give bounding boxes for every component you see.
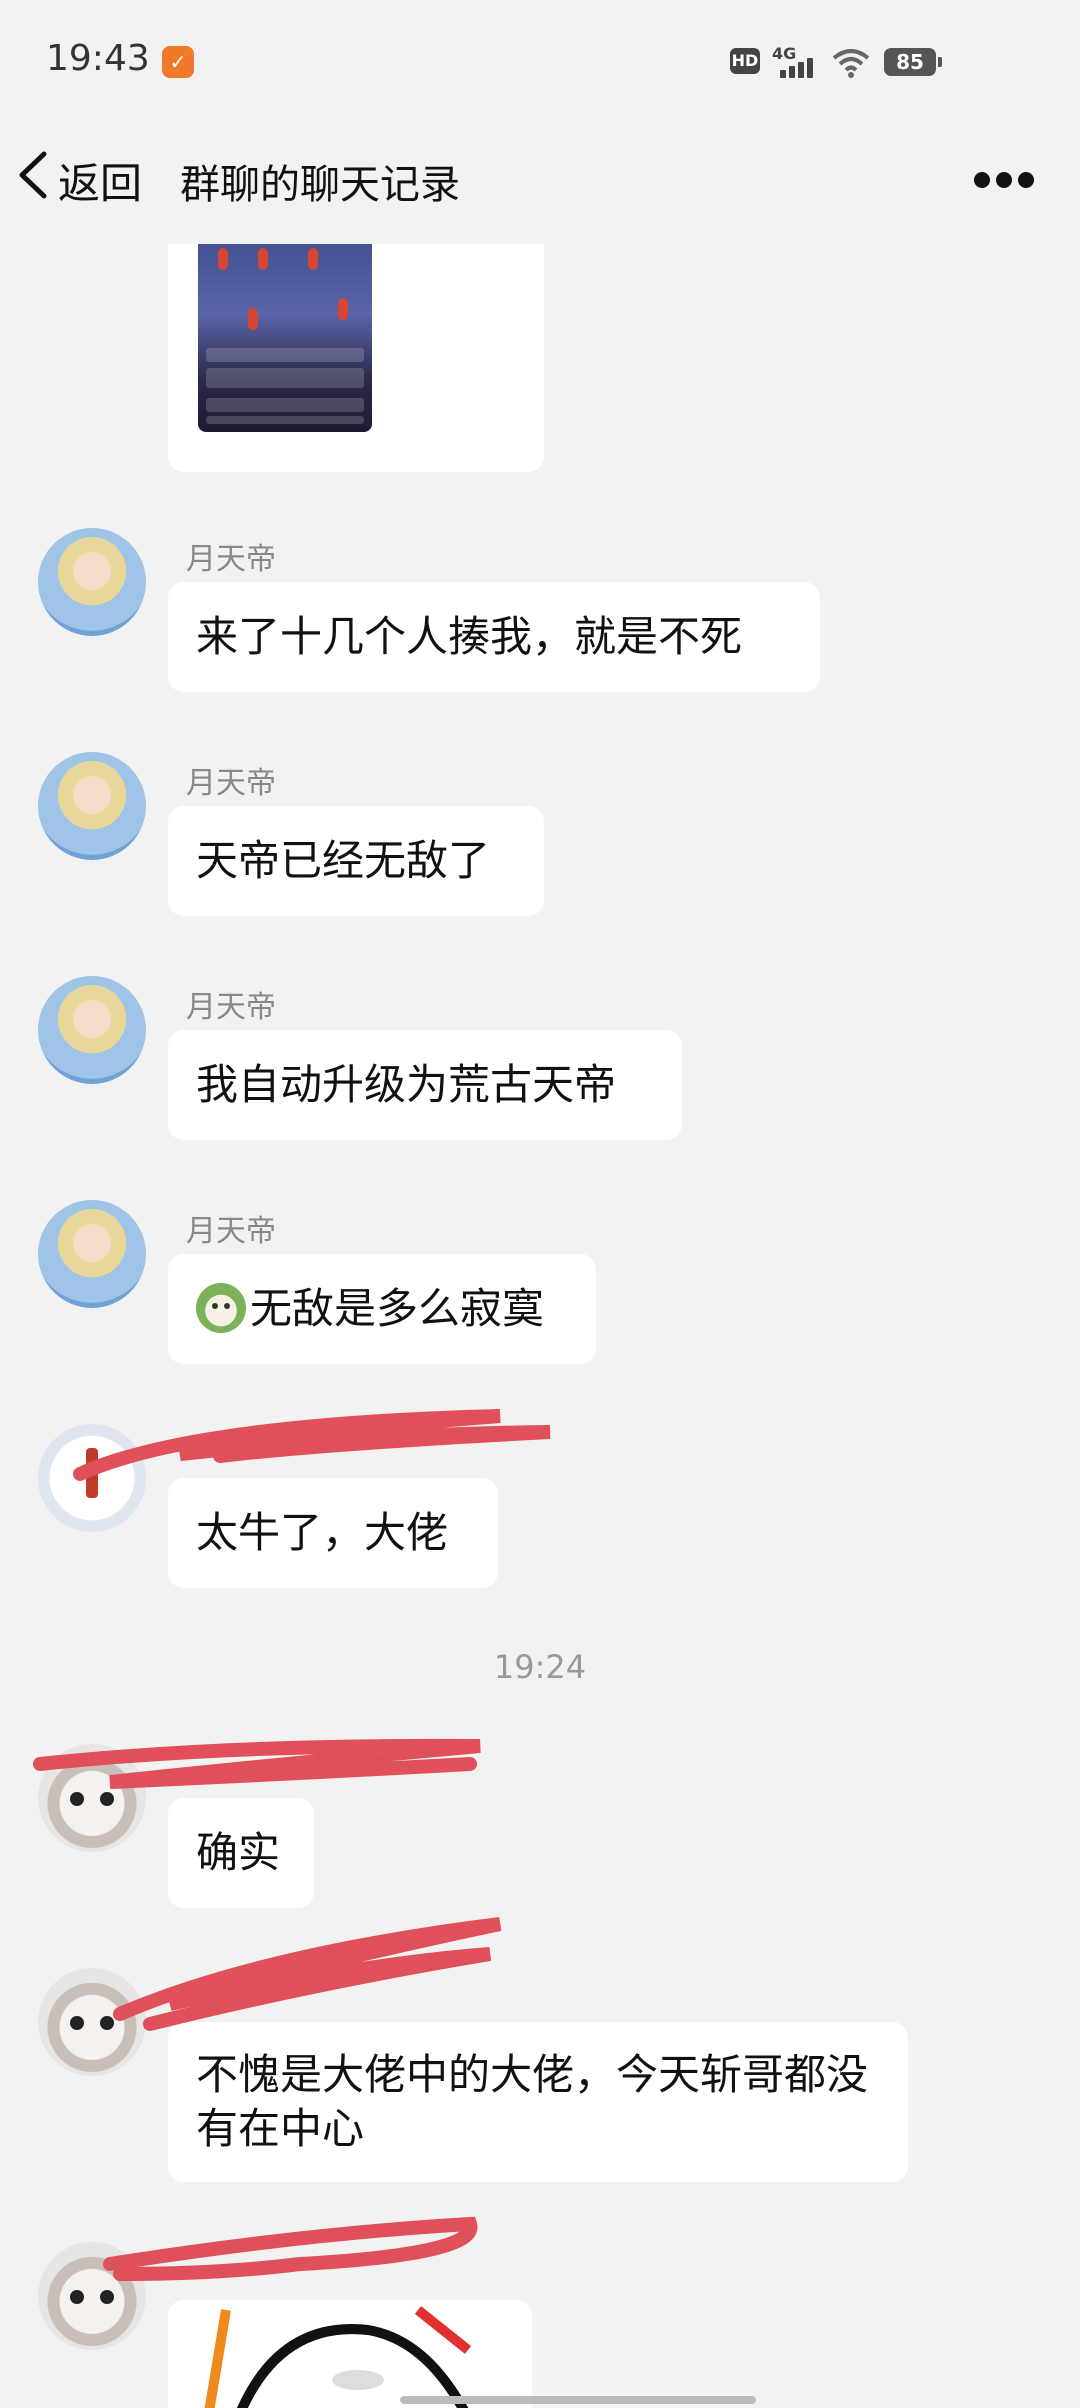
avatar[interactable] [38,752,146,860]
avatar[interactable] [38,1968,146,2076]
avatar[interactable] [38,1744,146,1852]
image-message[interactable] [168,244,544,472]
status-time: 19:43 [46,38,150,79]
avatar[interactable] [38,976,146,1084]
home-indicator[interactable] [400,2396,756,2404]
sticker-image [204,2306,472,2408]
avatar[interactable] [38,1424,146,1532]
message-bubble[interactable]: 天帝已经无敌了 [168,806,544,916]
game-screenshot-thumbnail[interactable] [198,244,372,432]
redaction-scribble [103,2216,478,2281]
avatar[interactable] [38,2242,146,2350]
network-type: 4G [772,44,797,63]
message-bubble[interactable]: 确实 [168,1798,314,1908]
message-bubble[interactable]: 太牛了，大佬 [168,1478,498,1588]
nav-bar: 返回 群聊的聊天记录 [0,120,1080,244]
cellular-signal-icon: 4G [772,44,822,78]
message-bubble[interactable]: 无敌是多么寂寞 [168,1254,596,1364]
message-bubble[interactable]: 我自动升级为荒古天帝 [168,1030,682,1140]
hd-voice-icon: HD [730,48,760,74]
wifi-icon [832,49,870,78]
avatar[interactable] [38,528,146,636]
back-button[interactable]: 返回 [58,150,142,211]
timestamp: 19:24 [493,1648,587,1686]
avatar[interactable] [38,1200,146,1308]
sticker-image-message[interactable] [168,2300,532,2408]
sender-name: 月天帝 [186,1214,276,1249]
message-bubble[interactable]: 来了十几个人揍我，就是不死 [168,582,820,692]
battery-icon: 85 [884,48,942,76]
redaction-scribble [113,1917,502,2031]
sender-name: 月天帝 [186,542,276,577]
back-arrow-icon[interactable] [14,148,54,202]
app-notification-icon: ✓ [162,46,194,78]
chat-history-feed[interactable]: 月天帝 来了十几个人揍我，就是不死 月天帝 天帝已经无敌了 月天帝 我自动升级为… [0,244,1080,2408]
sticker-emoji-icon [196,1283,246,1333]
sender-name: 月天帝 [186,766,276,801]
status-bar: 19:43 ✓ HD 4G 85 [0,0,1080,120]
more-dots-icon[interactable] [974,172,1034,188]
page-title: 群聊的聊天记录 [180,162,460,208]
sender-name: 月天帝 [186,990,276,1025]
message-bubble[interactable]: 不愧是大佬中的大佬，今天斩哥都没有在中心 [168,2022,908,2182]
message-text: 无敌是多么寂寞 [250,1284,545,1333]
